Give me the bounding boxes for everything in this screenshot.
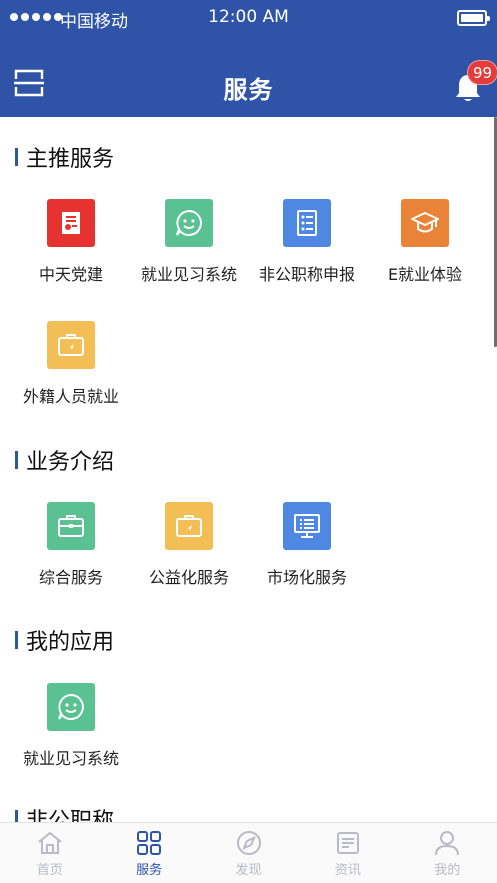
status-time: 12:00 AM	[208, 7, 289, 27]
service-tile-internship-system[interactable]: 就业见习系统	[127, 199, 251, 309]
section-title-featured: 主推服务	[15, 141, 114, 173]
monitor-icon	[283, 502, 331, 550]
toolbox-icon	[47, 502, 95, 550]
grid-icon	[137, 831, 162, 855]
tab-label: 资讯	[334, 863, 361, 878]
tab-news[interactable]: 资讯	[298, 823, 397, 883]
smile-chat-icon	[165, 199, 213, 247]
service-tile-e-employment[interactable]: E就业体验	[363, 199, 487, 309]
tab-mine[interactable]: 我的	[398, 823, 497, 883]
compass-icon	[236, 831, 261, 855]
tab-services[interactable]: 服务	[99, 823, 198, 883]
nav-bar: 服务	[0, 38, 497, 117]
briefcase-icon	[165, 502, 213, 550]
tab-label: 发现	[235, 863, 262, 878]
tab-label: 服务	[136, 863, 163, 878]
service-tile-internship-system-app[interactable]: 就业见习系统	[9, 683, 133, 793]
service-label: 就业见习系统	[22, 749, 119, 768]
service-tile-party-building[interactable]: 中天党建	[9, 199, 133, 309]
section-title-my-apps: 我的应用	[15, 624, 114, 656]
graduation-cap-icon	[401, 199, 449, 247]
party-building-icon	[47, 199, 95, 247]
service-tile-comprehensive[interactable]: 综合服务	[9, 502, 133, 612]
service-label: 市场化服务	[266, 568, 347, 587]
smile-chat-icon	[47, 683, 95, 731]
service-tile-public-welfare[interactable]: 公益化服务	[127, 502, 251, 612]
service-label: 非公职称申报	[258, 265, 355, 284]
services-content[interactable]: 主推服务 中天党建 就业见习系统 非公职称申报 E就业体验 外籍人员就业 业务介…	[0, 117, 497, 822]
battery-icon	[457, 10, 490, 26]
user-icon	[435, 831, 460, 856]
tab-label: 我的	[434, 863, 461, 878]
page-title: 服务	[223, 76, 274, 104]
service-label: 综合服务	[38, 568, 103, 587]
section-title-non-public: 非公职称	[15, 803, 114, 822]
section-title-business: 业务介绍	[15, 444, 114, 476]
tab-bar: 首页 服务 发现 资讯 我的	[0, 822, 497, 883]
tab-discover[interactable]: 发现	[199, 823, 298, 883]
service-label: 外籍人员就业	[22, 387, 119, 406]
briefcase-icon	[47, 321, 95, 369]
status-bar: 中国移动 12:00 AM	[0, 0, 497, 38]
service-label: 中天党建	[38, 265, 103, 284]
app-header: 中国移动 12:00 AM 服务	[0, 0, 497, 117]
notification-badge: 99	[467, 60, 497, 85]
service-label: 就业见习系统	[140, 265, 237, 284]
tab-home[interactable]: 首页	[0, 823, 99, 883]
service-tile-title-application[interactable]: 非公职称申报	[245, 199, 369, 309]
service-label: 公益化服务	[148, 568, 229, 587]
news-icon	[336, 832, 359, 854]
service-label: E就业体验	[387, 265, 463, 284]
tab-label: 首页	[36, 863, 63, 878]
home-icon	[38, 831, 62, 854]
service-tile-market[interactable]: 市场化服务	[245, 502, 369, 612]
service-tile-foreigner-employment[interactable]: 外籍人员就业	[9, 321, 133, 431]
checklist-icon	[283, 199, 331, 247]
